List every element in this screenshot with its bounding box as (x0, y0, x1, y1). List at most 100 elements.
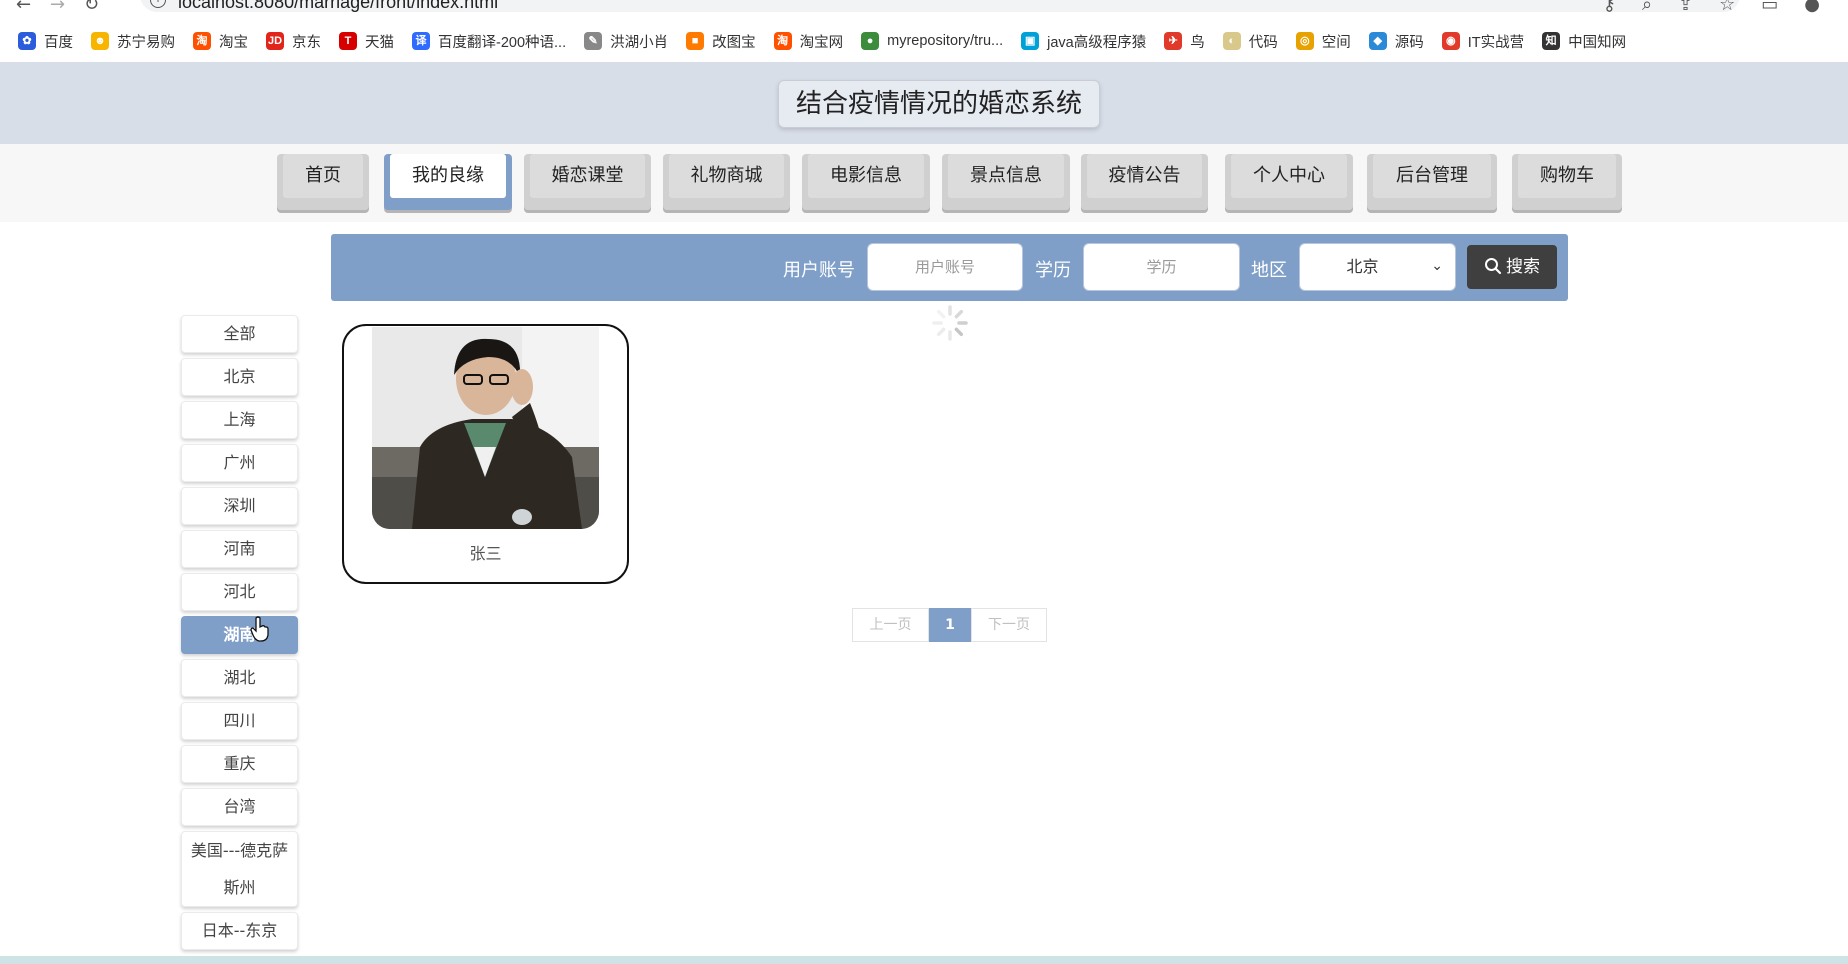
bookmarks-bar: ✿ 百度 ☻ 苏宁易购淘淘宝 JD 京东 T 天猫译百度翻译-200种语... ✎ 洪湖小肖 ■ 改图… (0, 20, 1848, 62)
bookmark-item[interactable]: 淘淘宝 (193, 31, 248, 52)
region-item[interactable]: 湖南 (181, 616, 298, 654)
nav-tab[interactable]: 后台管理 (1367, 154, 1497, 210)
bookmark-item[interactable]: JD 京东 (266, 31, 321, 52)
zoom-icon[interactable]: ⌕ (1642, 0, 1652, 15)
bookmark-item[interactable]: 知中国知网 (1542, 31, 1626, 52)
bookmark-item[interactable]: ● myrepository/tru... (861, 32, 1003, 50)
region-item[interactable]: 全部 (181, 315, 298, 353)
bookmark-favicon-icon: 淘 (193, 32, 211, 50)
nav-tab-label: 礼物商城 (669, 154, 784, 198)
region-item[interactable]: 重庆 (181, 745, 298, 783)
bookmark-favicon-icon: ◎ (1295, 32, 1314, 50)
nav-tab-label: 个人中心 (1231, 154, 1347, 198)
region-item[interactable]: 河南 (181, 530, 298, 568)
region-item[interactable]: 美国---德克萨斯州 (181, 831, 298, 907)
nav-tab-label: 疫情公告 (1087, 154, 1202, 198)
nav-tab-label: 婚恋课堂 (530, 154, 645, 198)
bookmark-item[interactable]: ◎ 空间 (1295, 31, 1351, 52)
region-item[interactable]: 深圳 (181, 487, 298, 525)
education-input[interactable] (1083, 243, 1240, 291)
region-select[interactable]: 北京 ⌄ (1299, 243, 1456, 291)
profile-name[interactable]: 张三 (342, 540, 629, 564)
bookmark-favicon-icon: ✎ (584, 32, 603, 50)
bookmark-item[interactable]: ■ 改图宝 (686, 31, 756, 52)
search-button-label: 搜索 (1506, 257, 1540, 277)
bookmark-label: 淘宝 (219, 34, 248, 51)
nav-tab[interactable]: 购物车 (1512, 154, 1622, 210)
bookmark-label: IT实战营 (1467, 34, 1525, 51)
bookmark-item[interactable]: ◐ 代码 (1222, 31, 1278, 52)
bookmark-item[interactable]: ✿ 百度 (18, 31, 73, 52)
bookmark-favicon-icon: ▣ (1021, 32, 1040, 50)
bookmark-label: myrepository/tru... (887, 33, 1004, 49)
bottom-strip (0, 956, 1848, 964)
bookmark-item[interactable]: 译百度翻译-200种语... (412, 31, 566, 52)
nav-tab[interactable]: 礼物商城 (663, 154, 790, 210)
nav-tab-label: 首页 (283, 154, 363, 198)
bookmark-favicon-icon: 译 (412, 32, 430, 50)
region-item[interactable]: 北京 (181, 358, 298, 396)
bookmark-label: 中国知网 (1568, 34, 1627, 51)
hand-cursor-icon (250, 616, 269, 642)
region-label: 地区 (1251, 260, 1287, 281)
region-item[interactable]: 广州 (181, 444, 298, 482)
bookmark-item[interactable]: ◆ 源码 (1368, 31, 1424, 52)
bookmark-label: 百度翻译-200种语... (438, 34, 567, 51)
back-icon[interactable]: ← (16, 0, 31, 15)
browser-address-area: ← → ↻ i localhost:8080/marriage/front/in… (0, 0, 1848, 18)
next-page-button[interactable]: 下一页 (971, 608, 1047, 642)
nav-tab[interactable]: 个人中心 (1225, 154, 1353, 210)
chevron-down-icon: ⌄ (1431, 258, 1443, 274)
nav-tab[interactable]: 婚恋课堂 (524, 154, 651, 210)
bookmark-item[interactable]: ✈ 鸟 (1164, 31, 1205, 52)
bookmark-label: 洪湖小肖 (610, 34, 669, 51)
profile-photo (372, 327, 599, 529)
bookmark-favicon-icon: ✈ (1164, 32, 1183, 50)
region-item[interactable]: 日本--东京 (181, 912, 298, 950)
bookmark-label: java高级程序猿 (1047, 34, 1147, 51)
nav-tab[interactable]: 疫情公告 (1081, 154, 1208, 210)
education-label: 学历 (1035, 260, 1071, 281)
region-item[interactable]: 湖北 (181, 659, 298, 697)
nav-tab[interactable]: 首页 (277, 154, 369, 210)
share-icon[interactable]: ⇪ (1678, 0, 1693, 15)
search-button[interactable]: 搜索 (1467, 245, 1557, 289)
region-item[interactable]: 台湾 (181, 788, 298, 826)
nav-tab-label: 我的良缘 (390, 154, 506, 198)
bookmark-item[interactable]: ☻ 苏宁易购 (91, 31, 175, 52)
bookmark-favicon-icon: JD (266, 32, 284, 50)
browser-toolbar-icons: ⚷ ⌕ ⇪ ☆ ▭ ● (1603, 0, 1820, 15)
nav-tab-label: 后台管理 (1373, 154, 1491, 198)
site-title: 结合疫情情况的婚恋系统 (778, 80, 1100, 128)
nav-tab[interactable]: 我的良缘 (384, 154, 512, 210)
reload-icon[interactable]: ↻ (84, 0, 99, 15)
star-icon[interactable]: ☆ (1719, 0, 1735, 15)
region-item[interactable]: 四川 (181, 702, 298, 740)
nav-tab[interactable]: 景点信息 (942, 154, 1070, 210)
profile-icon[interactable]: ● (1804, 0, 1820, 15)
bookmark-favicon-icon: ☻ (91, 32, 109, 50)
key-icon[interactable]: ⚷ (1603, 0, 1616, 15)
address-text[interactable]: localhost:8080/marriage/front/index.html (178, 0, 498, 13)
bookmark-label: 天猫 (365, 34, 394, 51)
account-label: 用户账号 (783, 260, 855, 281)
sidebar-icon[interactable]: ▭ (1761, 0, 1778, 15)
page-1-button[interactable]: 1 (929, 608, 971, 642)
bookmark-item[interactable]: ◉ IT实战营 (1441, 31, 1525, 52)
bookmark-item[interactable]: T 天猫 (339, 31, 394, 52)
account-input[interactable] (867, 243, 1023, 291)
forward-icon[interactable]: → (50, 0, 65, 15)
bookmark-item[interactable]: ▣ java高级程序猿 (1021, 31, 1146, 52)
region-item[interactable]: 上海 (181, 401, 298, 439)
nav-tab-label: 电影信息 (808, 154, 924, 198)
bookmark-label: 空间 (1321, 34, 1351, 51)
nav-tab[interactable]: 电影信息 (802, 154, 930, 210)
bookmark-item[interactable]: ✎ 洪湖小肖 (584, 31, 668, 52)
bookmark-favicon-icon: ◆ (1368, 32, 1387, 50)
region-item[interactable]: 河北 (181, 573, 298, 611)
bookmark-favicon-icon: 淘 (773, 32, 792, 50)
bookmark-favicon-icon: ◐ (1222, 32, 1241, 50)
prev-page-button[interactable]: 上一页 (852, 608, 929, 642)
search-icon (1485, 258, 1502, 275)
bookmark-item[interactable]: 淘淘宝网 (773, 31, 843, 52)
